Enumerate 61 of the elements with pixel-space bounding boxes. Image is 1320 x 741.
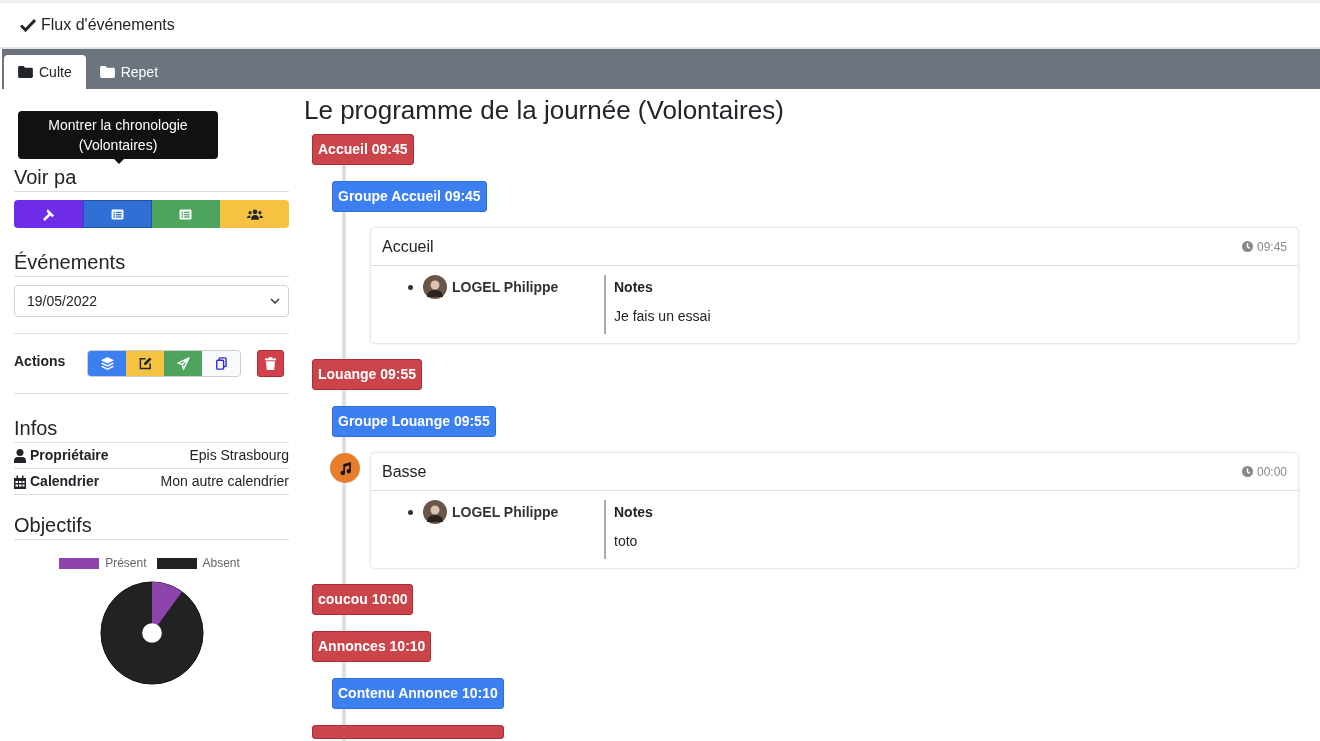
tab[interactable]: Repet (85, 55, 173, 89)
section-label: Annonces 10:10 (312, 631, 432, 662)
paper-plane-icon (176, 357, 190, 370)
event-select[interactable]: 19/05/2022 (14, 285, 289, 317)
page-title: Flux d'événements (20, 16, 175, 34)
layers-button[interactable] (88, 351, 126, 376)
clock-icon (1241, 241, 1253, 252)
group-label: Contenu Annonce 10:10 (332, 678, 504, 709)
tooltip-arrow (114, 159, 124, 164)
notes-text: Je fais un essai (614, 308, 711, 324)
list-icon (110, 208, 124, 220)
hammer-icon (41, 207, 55, 221)
legend-label: Absent (202, 556, 240, 570)
section-label: coucou 10:00 (312, 584, 414, 615)
section-heading: Événements (14, 250, 289, 277)
person-name: LOGEL Philippe (452, 504, 559, 520)
notes-label: Notes (614, 504, 653, 520)
check-icon (20, 18, 36, 32)
tab[interactable]: Culte (4, 55, 86, 89)
section-heading: Infos (14, 416, 289, 443)
info-value: Epis Strasbourg (189, 447, 289, 464)
folder-icon (99, 66, 115, 78)
chevron-down-icon (270, 298, 280, 304)
view-button[interactable] (14, 200, 83, 228)
notes-text: toto (614, 533, 639, 549)
users-icon (246, 208, 263, 220)
info-label: Propriétaire (14, 447, 109, 464)
avatar (423, 275, 447, 299)
section-heading: Objectifs (14, 513, 289, 540)
page-heading: Le programme de la journée (Volontaires) (304, 95, 785, 126)
section-label: Louange 09:55 (312, 359, 423, 390)
notes-label: Notes (614, 279, 654, 295)
view-button[interactable] (82, 200, 152, 228)
card-title: Basse (382, 462, 427, 481)
group-label: Groupe Accueil 09:45 (332, 181, 487, 212)
card-time: 00:00 (1241, 464, 1287, 479)
trash-icon (265, 357, 276, 370)
card-title: Accueil (382, 237, 434, 256)
person-name: LOGEL Philippe (452, 279, 559, 295)
user-icon (14, 448, 26, 463)
copy-icon (215, 357, 227, 370)
edit-button[interactable] (126, 351, 164, 376)
folder-icon (18, 66, 33, 78)
copy-button[interactable] (202, 351, 240, 376)
avatar (423, 500, 447, 524)
legend-label: Présent (105, 556, 147, 570)
card-time: 09:45 (1241, 239, 1287, 254)
calendar-icon (14, 474, 26, 489)
info-label: Calendrier (14, 473, 100, 490)
section-heading: Voir pa (14, 165, 289, 192)
info-value: Mon autre calendrier (160, 473, 289, 490)
edit-icon (138, 357, 152, 370)
group-label: Groupe Louange 09:55 (332, 406, 496, 437)
delete-button[interactable] (257, 350, 284, 377)
view-button[interactable] (220, 200, 289, 228)
actions-label: Actions (14, 352, 67, 369)
clock-icon (1241, 466, 1253, 477)
layers-icon (100, 357, 114, 370)
section-label: Accueil 09:45 (312, 134, 414, 165)
list-icon (179, 208, 193, 220)
tooltip: Montrer la chronologie (Volontaires) (18, 111, 218, 159)
